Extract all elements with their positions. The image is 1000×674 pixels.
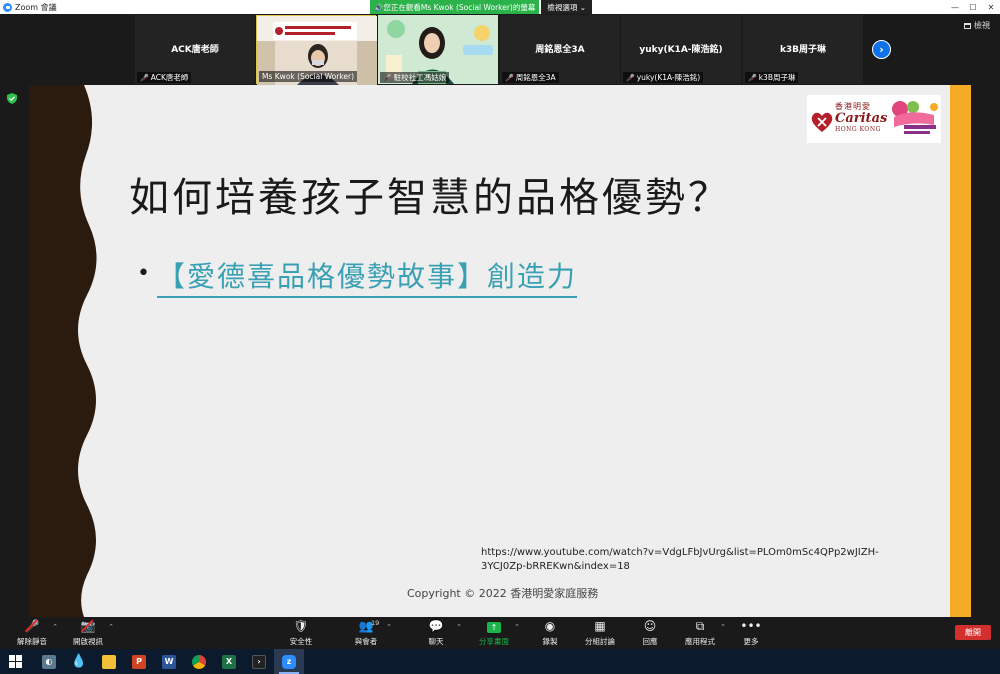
accent-side-bar [950, 85, 971, 617]
chevron-up-icon[interactable]: ⌃ [456, 623, 462, 631]
participants-button[interactable]: 👥 19 與會者 ⌃ [340, 619, 392, 649]
terminal-icon[interactable]: › [244, 649, 274, 674]
zoom-icon[interactable]: z [274, 649, 304, 674]
participants-icon: 👥 [358, 619, 374, 633]
unmute-button[interactable]: 🎤 解除靜音 ⌃ [6, 619, 58, 649]
share-screen-button[interactable]: ↑ 分享畫面 ⌃ [468, 619, 520, 649]
participant-display-name: k3B周子琳 [779, 45, 827, 55]
participant-count: 19 [371, 619, 380, 627]
mic-muted-icon: 🎤̸ [383, 73, 392, 82]
minimize-button[interactable]: — [946, 0, 964, 14]
encryption-shield-icon[interactable] [7, 93, 17, 104]
chat-bubble-icon: 💬 [428, 619, 444, 633]
maximize-button[interactable]: ☐ [964, 0, 982, 14]
mic-muted-icon: 🎤̸ [140, 73, 149, 82]
meeting-toolbar: 🎤 解除靜音 ⌃ 📷 開啟視訊 ⌃ 🛡 安全性 👥 19 與會者 ⌃ 💬 聊天 … [0, 617, 1000, 649]
participant-tile-video[interactable]: Ms Kwok (Social Worker) [256, 15, 377, 85]
viewing-label: 🔊您正在觀看Ms Kwok (Social Worker)的螢幕 [370, 0, 540, 14]
view-button[interactable]: 檢視 [964, 20, 990, 31]
participant-name-label: 🎤̸ ACK唐老師 [137, 72, 192, 83]
chevron-up-icon[interactable]: ⌃ [386, 623, 392, 631]
zoom-logo-icon [3, 2, 12, 12]
bullet-point: • [137, 261, 150, 286]
close-window-button[interactable]: ✕ [982, 0, 1000, 14]
caritas-logo: 香港明愛 Caritas HONG KONG [807, 95, 941, 143]
word-icon[interactable]: W [154, 649, 184, 674]
start-video-button[interactable]: 📷 開啟視訊 ⌃ [62, 619, 114, 649]
caritas-heart-icon [811, 112, 833, 132]
decorative-wavy-band [29, 85, 97, 617]
next-page-button[interactable]: › [872, 40, 891, 59]
windows-start-icon[interactable] [0, 649, 30, 674]
participant-name-label: 🎤̸ k3B周子琳 [745, 72, 799, 83]
excel-icon[interactable]: X [214, 649, 244, 674]
app-title: Zoom 會議 [15, 2, 57, 12]
mic-muted-icon: 🎤̸ [505, 73, 514, 82]
participant-name-label: Ms Kwok (Social Worker) [259, 71, 358, 82]
participant-name-label: 🎤̸ 駐校社工馮姑娘 [380, 72, 450, 83]
participant-display-name: 周銘恩全3A [535, 45, 585, 55]
shared-screen-slide: 香港明愛 Caritas HONG KONG 如何培養孩子智慧的品格優勢？ • … [29, 85, 971, 617]
shield-icon: 🛡 [293, 619, 309, 633]
chat-button[interactable]: 💬 聊天 ⌃ [410, 619, 463, 649]
apps-button[interactable]: ⧉ 應用程式 ⌃ [674, 619, 726, 649]
participant-tile-video[interactable]: 🎤̸ 駐校社工馮姑娘 [378, 15, 498, 84]
powerpoint-icon[interactable]: P [124, 649, 154, 674]
participant-tile[interactable]: ACK唐老師 🎤̸ ACK唐老師 [135, 15, 255, 84]
viewing-banner: 🔊您正在觀看Ms Kwok (Social Worker)的螢幕 檢視選項 ⌄ [370, 0, 593, 14]
copyright-notice: Copyright © 2022 香港明愛家庭服務 [407, 587, 599, 600]
chrome-icon[interactable] [184, 649, 214, 674]
view-options-button[interactable]: 檢視選項 ⌄ [541, 0, 593, 14]
title-bar: Zoom 會議 🔊您正在觀看Ms Kwok (Social Worker)的螢幕… [0, 0, 1000, 14]
more-dots-icon: ••• [740, 619, 762, 633]
share-screen-icon: ↑ [487, 622, 501, 633]
mic-muted-icon: 🎤̸ [748, 73, 757, 82]
breakout-rooms-icon: ▦ [594, 619, 606, 633]
chevron-right-icon: › [879, 43, 884, 56]
slide-title: 如何培養孩子智慧的品格優勢？ [129, 175, 731, 221]
chevron-up-icon[interactable]: ⌃ [108, 623, 114, 631]
chevron-up-icon[interactable]: ⌃ [52, 623, 58, 631]
breakout-rooms-button[interactable]: ▦ 分組討論 [574, 619, 626, 649]
droplet-app-icon[interactable]: 💧 [64, 649, 94, 674]
story-video-link[interactable]: 【愛德喜品格優勢故事】創造力 [157, 255, 578, 298]
participant-display-name: ACK唐老師 [171, 45, 219, 55]
youyue-program-logo [892, 101, 938, 134]
microphone-muted-icon: 🎤 [24, 619, 40, 633]
participant-name-label: 🎤̸ yuky(K1A-陳浩銘) [623, 72, 704, 83]
record-icon: ◉ [544, 619, 556, 633]
participant-tile[interactable]: yuky(K1A-陳浩銘) 🎤̸ yuky(K1A-陳浩銘) [621, 15, 741, 84]
participant-tile[interactable]: k3B周子琳 🎤̸ k3B周子琳 [743, 15, 863, 84]
apps-icon: ⧉ [695, 619, 705, 633]
participant-tile[interactable]: 周銘恩全3A 🎤̸ 周銘恩全3A [500, 15, 620, 84]
file-explorer-icon[interactable] [94, 649, 124, 674]
window-controls: — ☐ ✕ [946, 0, 1000, 14]
youtube-url[interactable]: https://www.youtube.com/watch?v=VdgLFbJv… [481, 546, 921, 574]
reactions-button[interactable]: ☺ 回應 [624, 619, 676, 649]
view-label: 檢視 [974, 21, 990, 30]
caritas-wordmark: 香港明愛 Caritas HONG KONG [835, 102, 888, 133]
security-button[interactable]: 🛡 安全性 [275, 619, 327, 649]
leave-meeting-button[interactable]: 離開 [955, 625, 991, 640]
record-button[interactable]: ◉ 錄製 [524, 619, 576, 649]
windows-taskbar: ◐ 💧 P W X › z [0, 649, 1000, 674]
mic-muted-icon: 🎤̸ [626, 73, 635, 82]
participant-strip: ACK唐老師 🎤̸ACK唐老師 Ms Kwok (Social Worker) [0, 14, 1000, 85]
grid-view-icon [964, 22, 971, 29]
more-button[interactable]: ••• 更多 [725, 619, 777, 649]
emoji-reaction-icon: ☺ [643, 619, 657, 633]
chevron-up-icon[interactable]: ⌃ [514, 623, 520, 631]
participant-display-name: yuky(K1A-陳浩銘) [639, 45, 723, 55]
video-camera-off-icon: 📷 [80, 619, 96, 633]
photos-icon[interactable]: ◐ [34, 649, 64, 674]
participant-name-label: 🎤̸ 周銘恩全3A [502, 72, 559, 83]
